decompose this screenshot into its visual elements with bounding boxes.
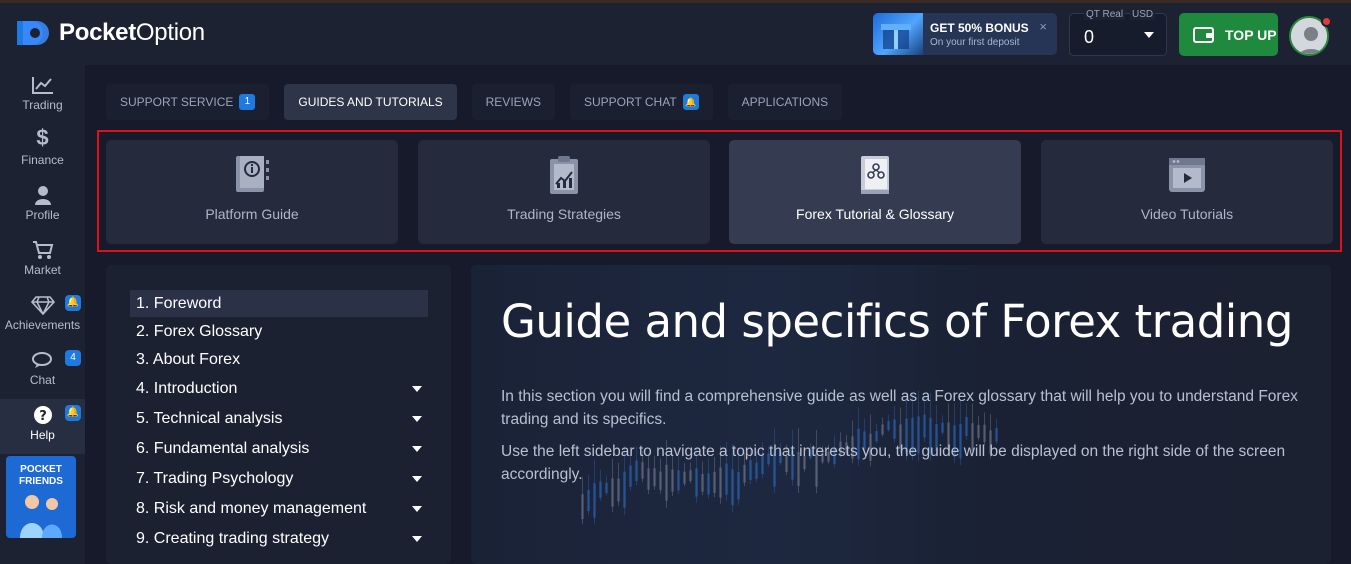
chevron-down-icon[interactable]: [412, 536, 422, 542]
sidebar-item-label: Market: [24, 263, 61, 277]
guide-content-panel: Guide and specifics of Forex trading In …: [471, 265, 1331, 564]
sidebar-item-profile[interactable]: Profile: [0, 179, 85, 234]
question-icon: ?: [33, 406, 52, 424]
chat-count-badge: 4: [65, 350, 81, 366]
bonus-subtitle: On your first deposit: [930, 37, 1020, 48]
sidebar-item-help[interactable]: ? Help 🔔: [0, 399, 85, 454]
page-title: Guide and specifics of Forex trading: [501, 295, 1293, 348]
bell-icon: 🔔: [65, 295, 81, 311]
sidebar-item-achievements[interactable]: Achievements 🔔: [0, 289, 85, 344]
sidebar-item-market[interactable]: Market: [0, 234, 85, 289]
tab-label: REVIEWS: [485, 95, 541, 109]
candle-body: [581, 494, 584, 519]
pocket-friends-promo[interactable]: POCKET FRIENDS: [6, 456, 76, 538]
bell-icon: 🔔: [65, 405, 81, 421]
wallet-icon: [1193, 26, 1214, 43]
dollar-icon: $: [36, 125, 49, 150]
account-balance: 0: [1084, 27, 1095, 47]
brand-name: PocketOption: [59, 19, 205, 47]
toc-item-forex-glossary[interactable]: 2. Forex Glossary: [130, 318, 428, 345]
notification-dot: [1321, 16, 1332, 27]
toc-item-label: 2. Forex Glossary: [136, 322, 263, 340]
chevron-down-icon[interactable]: [412, 386, 422, 392]
bonus-title: GET 50% BONUS: [930, 21, 1029, 35]
brand-name-part2: Option: [135, 19, 205, 46]
friends-illustration-icon: [20, 495, 62, 538]
tab-label: SUPPORT CHAT: [583, 95, 677, 109]
sidebar-item-finance[interactable]: $ Finance: [0, 124, 85, 179]
bonus-banner[interactable]: GET 50% BONUS On your first deposit ×: [873, 13, 1057, 55]
toc-item-label: 4. Introduction: [136, 379, 238, 397]
tab-support-service[interactable]: SUPPORT SERVICE 1: [106, 84, 270, 120]
toc-item-label: 3. About Forex: [136, 350, 241, 368]
bell-icon: 🔔: [682, 94, 699, 110]
bonus-gift-icon: [873, 13, 923, 55]
chart-line-icon: [31, 77, 53, 94]
toc-item-risk-money-management[interactable]: 8. Risk and money management: [130, 495, 428, 522]
account-type-label: QT Real: [1084, 9, 1126, 20]
toc-item-label: 7. Trading Psychology: [136, 469, 294, 487]
tab-guides-and-tutorials[interactable]: GUIDES AND TUTORIALS: [284, 84, 457, 120]
toc-item-technical-analysis[interactable]: 5. Technical analysis: [130, 405, 428, 432]
toc-item-introduction[interactable]: 4. Introduction: [130, 375, 428, 402]
promo-title-line2: FRIENDS: [19, 476, 63, 487]
toc-item-label: 9. Creating trading strategy: [136, 529, 329, 547]
sidebar-item-label: Finance: [21, 153, 64, 167]
toc-item-about-forex[interactable]: 3. About Forex: [130, 346, 428, 373]
sidebar-item-label: Help: [30, 428, 55, 442]
diamond-icon: [30, 296, 55, 315]
chevron-down-icon[interactable]: [412, 506, 422, 512]
tab-reviews[interactable]: REVIEWS: [471, 84, 555, 120]
toc-item-fundamental-analysis[interactable]: 6. Fundamental analysis: [130, 435, 428, 462]
top-up-button[interactable]: TOP UP: [1179, 13, 1278, 56]
sidebar-item-chat[interactable]: Chat 4: [0, 344, 85, 399]
account-selector[interactable]: QT Real USD 0: [1069, 9, 1167, 56]
user-icon: [34, 186, 51, 205]
tab-badge-count: 1: [239, 94, 256, 110]
candle-body: [593, 483, 596, 518]
tab-applications[interactable]: APPLICATIONS: [727, 84, 843, 120]
toc-item-trading-psychology[interactable]: 7. Trading Psychology: [130, 465, 428, 492]
tab-label: APPLICATIONS: [741, 95, 829, 109]
candle-body: [587, 489, 590, 512]
chevron-down-icon[interactable]: [412, 476, 422, 482]
account-currency-label: USD: [1130, 9, 1156, 20]
sidebar-item-label: Profile: [25, 208, 60, 222]
cart-icon: [32, 241, 53, 259]
toc-item-label: 8. Risk and money management: [136, 499, 367, 517]
bonus-close-icon[interactable]: ×: [1039, 19, 1047, 34]
toc-item-label: 5. Technical analysis: [136, 409, 283, 427]
left-sidebar: Trading $ Finance Profile Market Achieve…: [0, 65, 85, 564]
pocket-option-logo-icon: [17, 21, 49, 45]
sidebar-item-label: Chat: [29, 373, 56, 387]
toc-item-creating-trading-strategy[interactable]: 9. Creating trading strategy: [130, 525, 428, 552]
sidebar-item-trading[interactable]: Trading: [0, 69, 85, 124]
tab-support-chat[interactable]: SUPPORT CHAT 🔔: [569, 84, 713, 120]
sidebar-item-label: Achievements: [4, 318, 81, 332]
tab-label: SUPPORT SERVICE: [120, 95, 234, 109]
chevron-down-icon[interactable]: [412, 446, 422, 452]
chat-icon: [31, 352, 52, 368]
brand-logo[interactable]: PocketOption: [15, 17, 205, 49]
promo-title-line1: POCKET: [20, 464, 62, 475]
cards-highlight-frame: [97, 130, 1342, 252]
content-paragraph-navigation: Use the left sidebar to navigate a topic…: [501, 443, 1286, 483]
brand-name-part1: Pocket: [59, 19, 136, 46]
chevron-down-icon[interactable]: [412, 416, 422, 422]
pocket-friends-title: POCKET FRIENDS: [6, 464, 76, 488]
toc-item-foreword[interactable]: 1. Foreword: [130, 290, 428, 317]
content-paragraph-intro: In this section you will find a comprehe…: [501, 388, 1298, 428]
chevron-down-icon: [1144, 32, 1154, 38]
guide-table-of-contents: 1. Foreword 2. Forex Glossary 3. About F…: [106, 265, 451, 564]
svg-text:?: ?: [39, 409, 47, 424]
sidebar-item-label: Trading: [22, 98, 63, 112]
support-tabs: SUPPORT SERVICE 1 GUIDES AND TUTORIALS R…: [106, 84, 857, 120]
top-up-label: TOP UP: [1225, 26, 1277, 43]
top-header: PocketOption GET 50% BONUS On your first…: [0, 3, 1351, 65]
toc-item-label: 1. Foreword: [136, 294, 222, 312]
tab-label: GUIDES AND TUTORIALS: [298, 95, 443, 109]
toc-item-label: 6. Fundamental analysis: [136, 439, 310, 457]
